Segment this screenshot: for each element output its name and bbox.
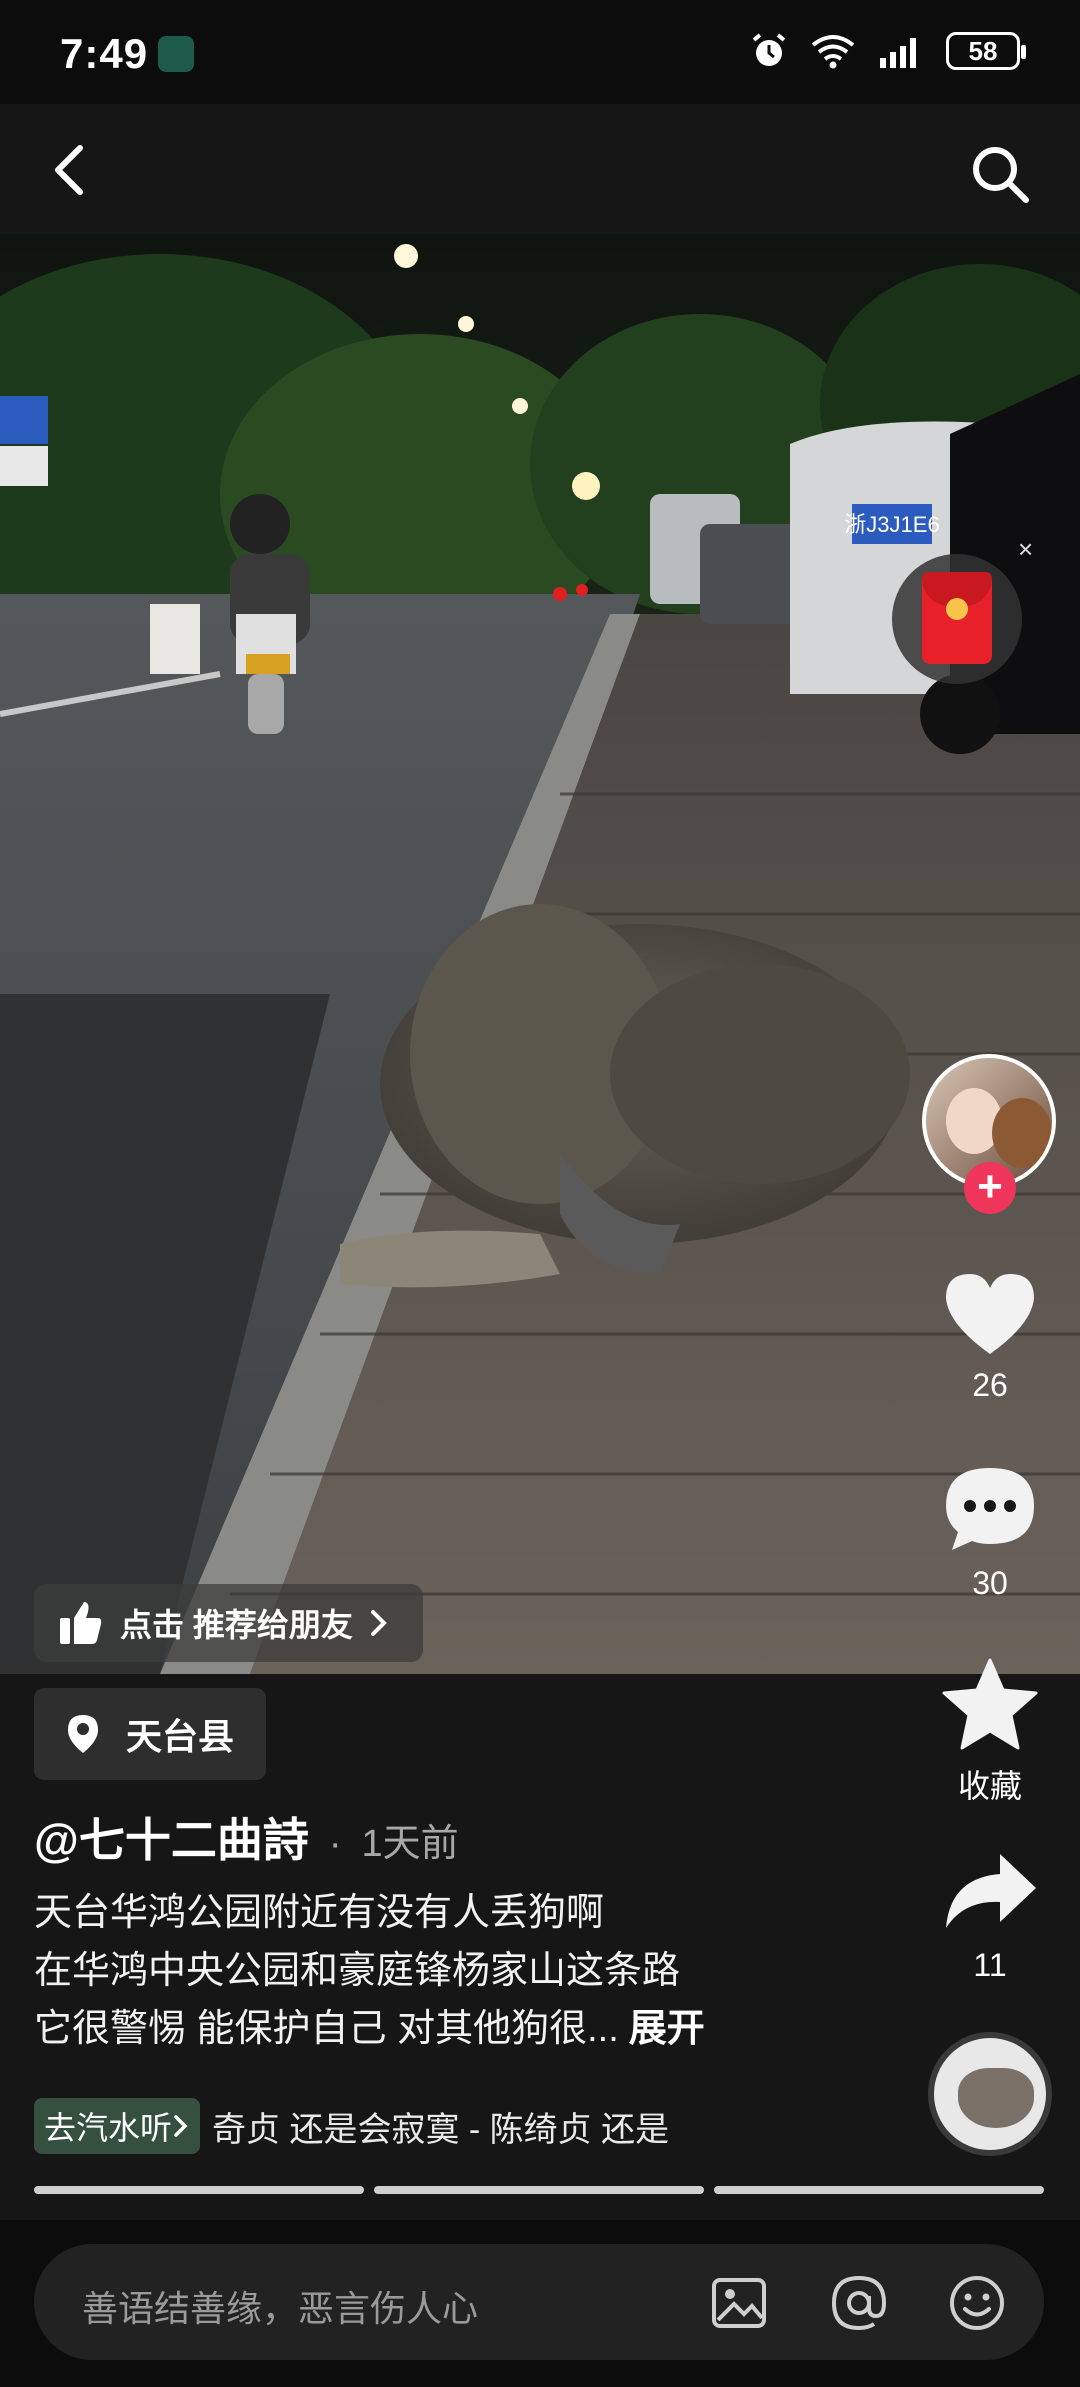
license-plate: 浙J3J1E6 xyxy=(844,512,939,537)
signal-icon xyxy=(880,38,916,68)
description-line: 在华鸿中央公园和豪庭锋杨家山这条路 xyxy=(34,1950,681,1992)
share-count: 11 xyxy=(973,1947,1007,1983)
expand-button[interactable]: 展开 xyxy=(629,2008,705,2050)
recommend-to-friend-button[interactable]: 点击 推荐给朋友 xyxy=(34,1584,423,1662)
follow-button[interactable]: + xyxy=(964,1162,1016,1214)
author-line: @七十二曲詩 · 1天前 xyxy=(34,1804,459,1870)
wifi-icon xyxy=(811,35,855,69)
description-line: 天台华鸿公园附近有没有人丢狗啊 xyxy=(34,1892,605,1934)
location-tag[interactable]: 天台县 xyxy=(34,1688,267,1780)
progress-segment xyxy=(34,2186,364,2194)
author-name[interactable]: @七十二曲詩 xyxy=(34,1804,309,1870)
app-notification-icon xyxy=(158,36,194,72)
comment-bar-wrapper: 善语结善缘，恶言伤人心 xyxy=(0,2220,1080,2387)
coin-icon xyxy=(946,598,968,620)
redpacket-envelope xyxy=(922,572,992,664)
redpacket-icon[interactable] xyxy=(892,554,1022,684)
comment-placeholder: 善语结善缘，恶言伤人心 xyxy=(82,2288,479,2329)
location-label: 天台县 xyxy=(126,1716,235,1757)
comment-input[interactable]: 善语结善缘，恶言伤人心 xyxy=(34,2244,1044,2360)
progress-segment xyxy=(374,2186,704,2194)
favorite-button[interactable]: 收藏 xyxy=(920,1658,1060,1807)
music-tag-label: 去汽水听 xyxy=(44,2110,173,2146)
battery-icon: 58 xyxy=(946,32,1026,70)
status-bar: 7:49 58 xyxy=(0,0,1080,104)
redpacket-close-icon[interactable]: × xyxy=(1018,534,1033,565)
status-icons: 58 xyxy=(750,32,1026,70)
post-time: 1天前 xyxy=(361,1823,459,1865)
progress-segments xyxy=(34,2186,1044,2194)
avatar-bear xyxy=(992,1098,1052,1168)
music-cover-art xyxy=(958,2068,1034,2128)
chevron-right-icon xyxy=(174,2115,188,2137)
status-time: 7:49 xyxy=(60,30,149,77)
like-count: 26 xyxy=(972,1367,1008,1403)
chevron-left-icon[interactable] xyxy=(44,142,100,198)
like-button[interactable]: 26 xyxy=(920,1270,1060,1404)
video-frame: 浙J3J1E6 xyxy=(0,234,1080,1674)
search-icon[interactable] xyxy=(968,142,1032,206)
video-player[interactable]: 浙J3J1E6 × xyxy=(0,234,1080,1674)
time-separator: · xyxy=(328,1823,342,1865)
comment-count: 30 xyxy=(972,1565,1008,1601)
location-pin-icon xyxy=(68,1715,98,1753)
at-icon[interactable] xyxy=(830,2274,888,2332)
favorite-label: 收藏 xyxy=(957,1768,1022,1804)
share-icon xyxy=(946,1854,1036,1928)
comment-icon xyxy=(946,1468,1034,1550)
video-description[interactable]: 天台华鸿公园附近有没有人丢狗啊 在华鸿中央公园和豪庭锋杨家山这条路 它很警惕 能… xyxy=(34,1884,894,2058)
open-music-app-button[interactable]: 去汽水听 xyxy=(34,2098,201,2154)
share-button[interactable]: 11 xyxy=(920,1850,1060,1984)
recommend-label: 点击 推荐给朋友 xyxy=(120,1607,353,1643)
chevron-right-icon xyxy=(370,1610,387,1636)
alarm-icon xyxy=(752,33,786,66)
music-row[interactable]: 去汽水听 奇贞 还是会寂寞 - 陈绮贞 还是 xyxy=(34,2098,914,2154)
description-line: 它很警惕 能保护自己 对其他狗很... xyxy=(34,2008,619,2050)
comment-button[interactable]: 30 xyxy=(920,1464,1060,1602)
music-title-marquee: 奇贞 还是会寂寞 - 陈绮贞 还是 xyxy=(212,2110,670,2149)
battery-level: 58 xyxy=(968,35,998,66)
star-icon xyxy=(942,1658,1038,1750)
thumbs-up-icon xyxy=(60,1602,102,1644)
progress-segment xyxy=(714,2186,1044,2194)
music-disc-icon[interactable] xyxy=(928,2032,1052,2156)
heart-icon xyxy=(946,1274,1034,1354)
image-icon[interactable] xyxy=(710,2274,768,2332)
video-info: 天台县 @七十二曲詩 · 1天前 天台华鸿公园附近有没有人丢狗啊 在华鸿中央公园… xyxy=(0,1674,1080,2220)
emoji-icon[interactable] xyxy=(948,2274,1006,2332)
top-nav xyxy=(0,104,1080,234)
